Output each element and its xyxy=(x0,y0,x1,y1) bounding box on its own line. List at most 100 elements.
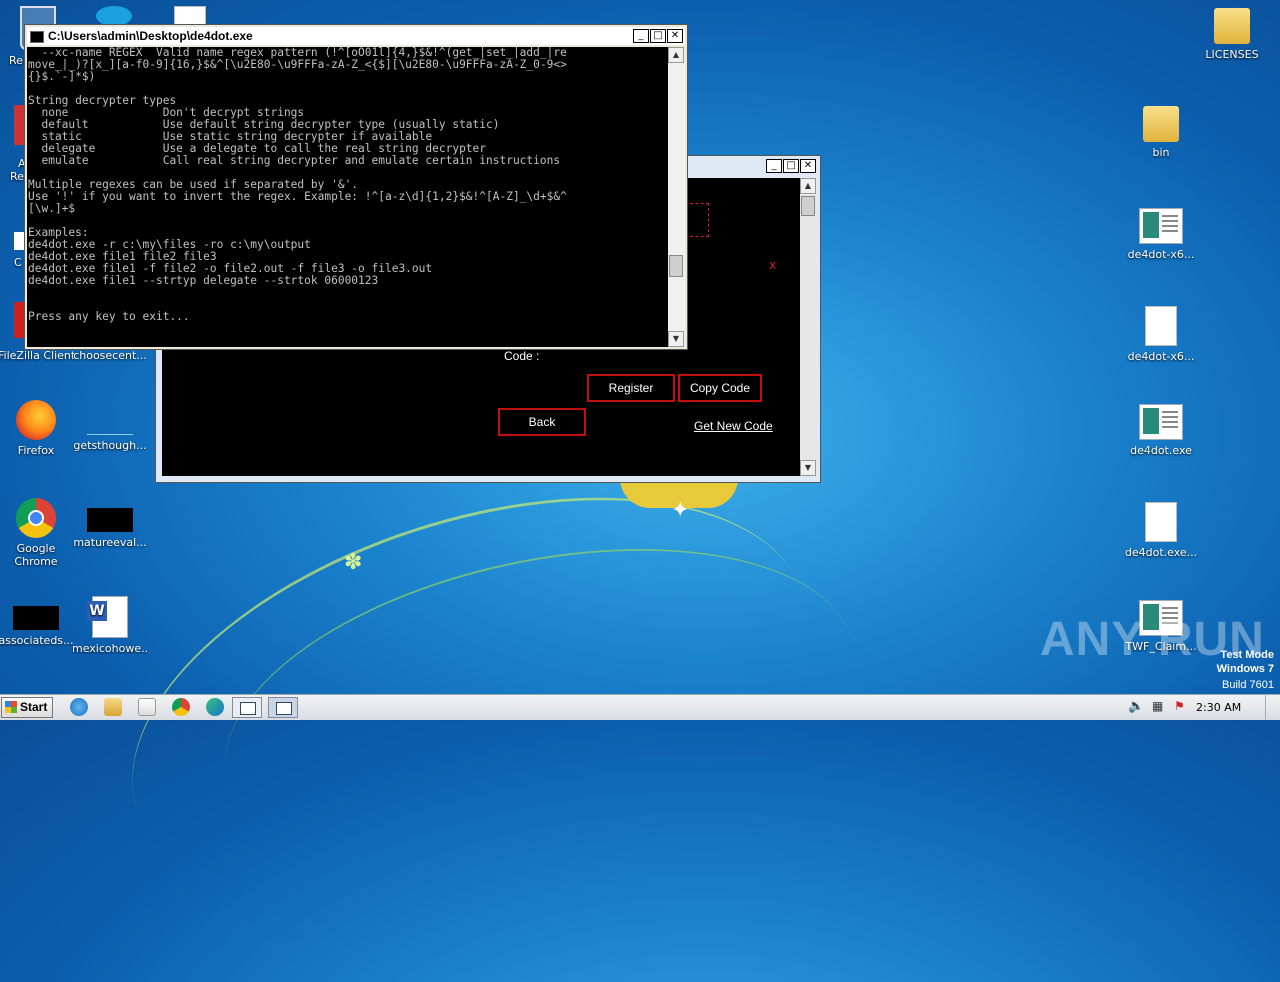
desktop-icon-label: associateds... xyxy=(0,634,74,647)
word-document-icon xyxy=(87,596,128,638)
executable-icon xyxy=(1139,404,1183,440)
start-button[interactable]: Start xyxy=(1,697,53,718)
show-desktop-button[interactable] xyxy=(1265,695,1280,720)
executable-icon xyxy=(1139,208,1183,244)
app-icon-partial-2 xyxy=(14,232,24,250)
clock[interactable]: 2:30 AM xyxy=(1196,701,1241,714)
desktop-icon-mexicohowe[interactable]: mexicohowe... xyxy=(72,596,148,655)
desktop-icon-licenses[interactable]: LICENSES xyxy=(1194,8,1270,61)
console-line: move_|_)?[x_][a-f0-9]{16,}$&^[\u2E80-\u9… xyxy=(28,58,567,71)
desktop-icon-matureeval[interactable]: matureeval... xyxy=(72,498,148,549)
desktop-icon-label: Re xyxy=(10,170,24,183)
chrome-icon xyxy=(16,498,56,538)
action-center-icon[interactable]: ⚑ xyxy=(1174,699,1185,713)
desktop-icon-label: Google Chrome xyxy=(14,542,58,568)
console-line: {}$.`-]*$) xyxy=(28,70,96,83)
desktop-icon-label: C xyxy=(14,256,22,269)
desktop-icon-getsthough[interactable]: getsthough... xyxy=(72,400,148,452)
os-label: Windows 7 xyxy=(1216,663,1274,675)
gui-scrollbar[interactable]: ▲ ▼ xyxy=(800,178,816,476)
desktop-icon-chrome[interactable]: Google Chrome xyxy=(0,498,74,568)
ie-icon[interactable] xyxy=(70,698,88,716)
taskbar-de4dot-gui[interactable] xyxy=(232,697,262,718)
desktop-icon-label: de4dot-x6... xyxy=(1127,248,1195,261)
chrome-taskbar-icon[interactable] xyxy=(172,698,190,716)
desktop-icon-de4dot-x64[interactable]: de4dot-x6... xyxy=(1123,208,1199,261)
scroll-up-icon[interactable]: ▲ xyxy=(800,178,816,194)
window-controls: _ □ ✕ xyxy=(633,29,683,43)
start-label: Start xyxy=(20,700,48,714)
desktop-icon-label: FileZilla Client xyxy=(0,349,74,362)
desktop-icon-label: matureeval... xyxy=(73,536,147,549)
build-label: Build 7601 xyxy=(1222,679,1274,691)
console-title: C:\Users\admin\Desktop\de4dot.exe xyxy=(48,29,253,43)
decorative-frame xyxy=(690,203,709,237)
folder-icon xyxy=(1143,106,1179,142)
minimize-button[interactable]: _ xyxy=(766,159,782,173)
maximize-button[interactable]: □ xyxy=(783,159,799,173)
explorer-icon[interactable] xyxy=(104,698,122,716)
associateds-icon xyxy=(13,606,59,630)
desktop-icon-label: de4dot.exe xyxy=(1130,444,1192,457)
scroll-thumb[interactable] xyxy=(669,255,683,277)
console-line: de4dot.exe file1 --strtyp delegate --str… xyxy=(28,274,379,287)
back-button[interactable]: Back xyxy=(498,408,586,436)
window-controls: _ □ ✕ xyxy=(766,159,816,173)
getsthough-icon xyxy=(87,410,133,435)
taskbar: Start 🔈 ▦ ⚑ 2:30 AM xyxy=(0,694,1280,720)
file-icon xyxy=(1145,502,1177,542)
desktop-icon-label: mexicohowe... xyxy=(72,642,148,655)
media-player-icon[interactable] xyxy=(138,698,156,716)
wallpaper-sparkle-2: ✽ xyxy=(344,550,363,575)
desktop-icon-label: LICENSES xyxy=(1205,48,1259,61)
app-icon-partial xyxy=(14,105,24,145)
desktop-icon-label: de4dot.exe... xyxy=(1124,546,1198,559)
copy-code-button[interactable]: Copy Code xyxy=(678,374,762,402)
maximize-button[interactable]: □ xyxy=(650,29,666,43)
console-line: [\w.]+$ xyxy=(28,202,76,215)
minimize-button[interactable]: _ xyxy=(633,29,649,43)
console-line: Press any key to exit... xyxy=(28,310,190,323)
file-icon xyxy=(1145,306,1177,346)
console-line: emulate Call real string decrypter and e… xyxy=(28,154,561,167)
desktop-icon-label: bin xyxy=(1152,146,1170,159)
desktop-icon-de4dot-exe[interactable]: de4dot.exe xyxy=(1123,404,1199,457)
windows-logo-icon xyxy=(5,701,17,713)
close-button[interactable]: ✕ xyxy=(800,159,816,173)
desktop-icon-associateds[interactable]: associateds... xyxy=(0,596,74,647)
console-icon xyxy=(30,30,44,43)
scroll-thumb[interactable] xyxy=(801,196,815,216)
close-mark[interactable]: x xyxy=(769,258,776,272)
window-icon xyxy=(240,702,256,715)
edge-taskbar-icon[interactable] xyxy=(206,698,224,716)
desktop-icon-bin[interactable]: bin xyxy=(1123,106,1199,159)
desktop-icon-label: Firefox xyxy=(17,444,55,457)
desktop-icon-de4dot-x64-file[interactable]: de4dot-x6... xyxy=(1123,306,1199,363)
close-button[interactable]: ✕ xyxy=(667,29,683,43)
taskbar-console[interactable] xyxy=(268,697,298,718)
console-titlebar[interactable]: C:\Users\admin\Desktop\de4dot.exe xyxy=(27,27,685,45)
speaker-icon[interactable]: 🔈 xyxy=(1128,699,1144,714)
scroll-down-icon[interactable]: ▼ xyxy=(668,331,684,347)
desktop-icon-label: de4dot-x6... xyxy=(1127,350,1195,363)
desktop-icon-label: getsthough... xyxy=(73,439,147,452)
desktop-icon-de4dot-exe-file[interactable]: de4dot.exe... xyxy=(1123,502,1199,559)
register-button[interactable]: Register xyxy=(587,374,675,402)
console-scrollbar[interactable]: ▲ ▼ xyxy=(668,47,685,347)
wallpaper-sparkle: ✦ xyxy=(671,498,690,523)
edge-icon xyxy=(96,6,132,26)
network-icon[interactable]: ▦ xyxy=(1152,699,1163,713)
firefox-icon xyxy=(16,400,56,440)
get-new-code-link[interactable]: Get New Code xyxy=(694,419,773,433)
desktop-icon-label: choosecent... xyxy=(73,349,147,362)
console-window[interactable]: C:\Users\admin\Desktop\de4dot.exe _ □ ✕ … xyxy=(24,24,688,350)
desktop-icon-firefox[interactable]: Firefox xyxy=(0,400,74,457)
scroll-down-icon[interactable]: ▼ xyxy=(800,460,816,476)
console-output: --xc-name REGEX Valid name regex pattern… xyxy=(27,47,671,347)
folder-icon xyxy=(1214,8,1250,44)
scroll-up-icon[interactable]: ▲ xyxy=(668,47,684,63)
console-line: Use '!' if you want to invert the regex.… xyxy=(28,190,567,203)
test-mode-label: Test Mode xyxy=(1220,649,1274,661)
